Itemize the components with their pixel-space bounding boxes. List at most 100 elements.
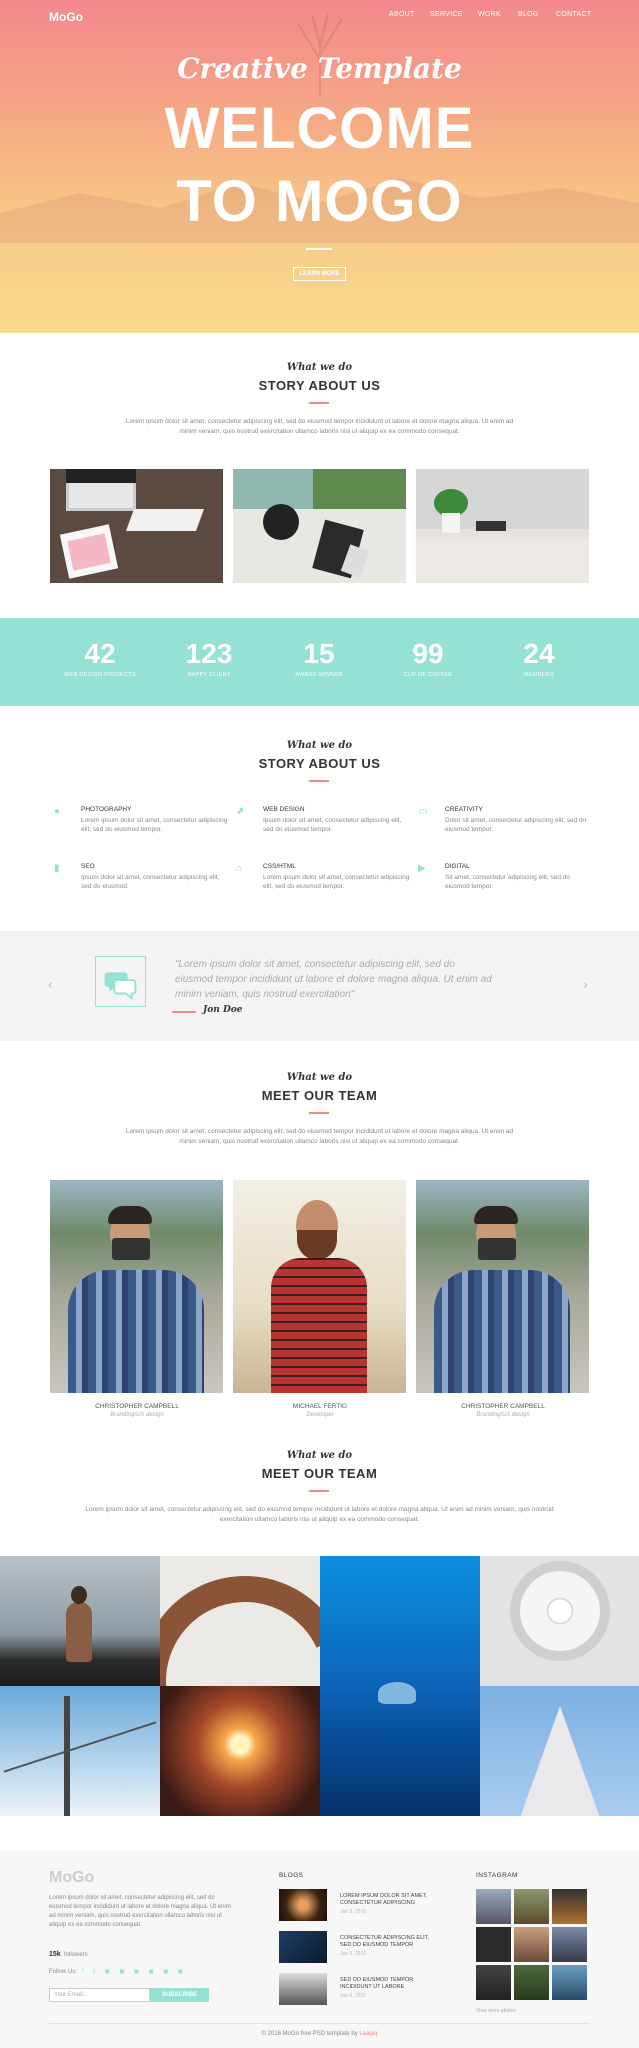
gallery-skyscraper[interactable] xyxy=(480,1686,639,1816)
stat-label: MEMBERS xyxy=(524,672,554,678)
copyright-author-link[interactable]: Laaqiq xyxy=(359,2031,377,2037)
instagram-photo[interactable] xyxy=(514,1965,549,2000)
instagram-photo[interactable] xyxy=(476,1889,511,1924)
team2-title: MEET OUR TEAM xyxy=(261,1466,378,1481)
stat-number: 15 xyxy=(303,638,335,669)
team-photo-1 xyxy=(50,1180,223,1393)
instagram-photo[interactable] xyxy=(476,1965,511,2000)
team-member-role: Branding/UX design xyxy=(110,1412,164,1418)
hero-section: MoGo ABOUT SERVICE WORK BLOG CONTACT Cre… xyxy=(0,0,639,333)
gallery-bridge[interactable] xyxy=(0,1686,160,1816)
service-text: Lorem ipsum dolor sit amet, consectetur … xyxy=(263,874,410,890)
instagram-photo[interactable] xyxy=(552,1927,587,1962)
stat-projects: 42 WEB DESIGN PROJECTS xyxy=(50,638,150,678)
hero-title-line1: WELCOME xyxy=(164,96,475,161)
learn-more-button[interactable]: LEARN MORE xyxy=(293,267,346,281)
service-title: PHOTOGRAPHY xyxy=(81,806,132,813)
about-divider xyxy=(309,402,329,404)
service-title: SEO xyxy=(81,863,95,870)
blog-date: Jan 9, 2016 xyxy=(340,1951,367,1957)
footer-logo: MoGo xyxy=(49,1869,95,1886)
service-text: Lorem ipsum dolor sit amet, consectetur … xyxy=(81,817,228,833)
blog-thumb[interactable] xyxy=(279,1931,327,1963)
home-icon: ⌂ xyxy=(236,863,243,874)
stat-awards: 15 AWARD WINNER xyxy=(269,638,369,678)
blog-title[interactable]: SED DO EIUSMOD TEMPOR INCIDIDUNT UT LABO… xyxy=(340,1977,435,1991)
footer-text: Lorem ipsum dolor sit amet, consectetur … xyxy=(49,1895,231,1928)
email-input[interactable]: Your Email... xyxy=(49,1988,150,2002)
blog-thumb[interactable] xyxy=(279,1889,327,1921)
stat-clients: 123 HAPPY CLIENT xyxy=(159,638,259,678)
about-small-title: What we do xyxy=(286,362,353,373)
footer: MoGo Lorem ipsum dolor sit amet, consect… xyxy=(0,1851,639,2048)
view-more-link[interactable]: View more photos xyxy=(476,2008,516,2014)
services-divider xyxy=(309,780,329,782)
service-title: CSS/HTML xyxy=(263,863,296,870)
social-icons[interactable]: f t ◼ ◼ ◼ ◼ ◼ ◼ xyxy=(82,1968,187,1975)
stat-number: 42 xyxy=(84,638,116,669)
instagram-photo[interactable] xyxy=(514,1927,549,1962)
blog-thumb[interactable] xyxy=(279,1973,327,2005)
nav-contact[interactable]: CONTACT xyxy=(556,11,591,18)
prev-arrow-icon[interactable]: ‹ xyxy=(48,976,53,992)
hero-title-line2: TO MOGO xyxy=(176,169,463,234)
blog-title[interactable]: CONSECTETUR ADIPISCING ELIT, SED DO EIUS… xyxy=(340,1935,435,1949)
team-member-name: CHRISTOPHER CAMPBELL xyxy=(95,1403,179,1410)
blog-date: Jan 9, 2016 xyxy=(340,1909,367,1915)
testimonial-author: Jon Doe xyxy=(203,1005,243,1015)
chart-icon: ⬈ xyxy=(236,806,245,817)
team-member-role: Branding/UX design xyxy=(476,1412,530,1418)
book-icon: ▮ xyxy=(54,863,60,874)
about-text: Lorem ipsum dolor sit amet, consectetur … xyxy=(125,418,514,435)
copyright-text: © 2016 MoGo free PSD template by xyxy=(261,2031,358,2037)
team-photo-2 xyxy=(233,1180,406,1393)
followers-count: 15k xyxy=(49,1951,61,1958)
stat-label: HAPPY CLIENT xyxy=(187,672,231,678)
video-icon: ▶ xyxy=(418,863,426,874)
instagram-photo[interactable] xyxy=(552,1965,587,2000)
author-line xyxy=(172,1011,196,1013)
service-text: Sit amet, consectetur adipiscing elit, s… xyxy=(445,874,571,890)
instagram-photo[interactable] xyxy=(552,1889,587,1924)
instagram-photo[interactable] xyxy=(476,1927,511,1962)
logo[interactable]: MoGo xyxy=(49,10,83,24)
testimonial-quote: "Lorem ipsum dolor sit amet, consectetur… xyxy=(175,959,492,1000)
subscribe-button[interactable]: SUBSCRIBE xyxy=(150,1988,209,2002)
gallery-jellyfish[interactable] xyxy=(320,1556,480,1816)
nav-blog[interactable]: BLOG xyxy=(518,11,539,18)
nav-work[interactable]: WORK xyxy=(478,11,501,18)
team2-small-title: What we do xyxy=(286,1450,353,1461)
nav-service[interactable]: SERVICE xyxy=(430,11,463,18)
stat-label: CUP OF COFFEE xyxy=(403,672,453,678)
service-title: WEB DESIGN xyxy=(263,806,305,813)
instagram-photo[interactable] xyxy=(514,1889,549,1924)
services-title: STORY ABOUT US xyxy=(258,756,381,771)
next-arrow-icon[interactable]: › xyxy=(583,976,588,992)
hero-subtitle: Creative Template xyxy=(177,52,462,85)
about-title: STORY ABOUT US xyxy=(258,378,381,393)
service-text: Ipsum dolor sit amet, consectetur adipis… xyxy=(263,817,402,833)
stat-number: 24 xyxy=(523,638,555,669)
blogs-title: BLOGS xyxy=(279,1872,304,1879)
nav-about[interactable]: ABOUT xyxy=(389,11,415,18)
alarm-icon: ● xyxy=(54,806,61,817)
stat-coffee: 99 CUP OF COFFEE xyxy=(378,638,478,678)
gallery-man-shore[interactable] xyxy=(0,1556,160,1686)
team-member-name: CHRISTOPHER CAMPBELL xyxy=(461,1403,545,1410)
team-title: MEET OUR TEAM xyxy=(261,1088,378,1103)
gallery-sunburst[interactable] xyxy=(160,1686,320,1816)
blog-date: Jan 9, 2016 xyxy=(340,1993,367,1999)
blog-title[interactable]: LOREM IPSUM DOLOR SIT AMET, CONSECTETUR … xyxy=(340,1893,435,1907)
testimonial-section: ‹ › "Lorem ipsum dolor sit amet, consect… xyxy=(0,931,639,1041)
gallery-dome[interactable] xyxy=(480,1556,639,1686)
team2-text: Lorem ipsum dolor sit amet, consectetur … xyxy=(85,1506,554,1523)
service-text: Ipsum dolor sit amet, consectetur adipis… xyxy=(81,874,220,890)
service-text: Dolor sit amet, consectetur adipiscing e… xyxy=(445,817,587,833)
gallery-arch[interactable] xyxy=(160,1556,320,1686)
team-small-title: What we do xyxy=(286,1072,353,1083)
instagram-title: INSTAGRAM xyxy=(476,1872,518,1879)
services-small-title: What we do xyxy=(286,740,353,751)
follow-us-label: Follow Us: xyxy=(49,1969,78,1975)
footer-divider xyxy=(49,2023,590,2024)
service-title: DIGITAL xyxy=(445,863,470,870)
